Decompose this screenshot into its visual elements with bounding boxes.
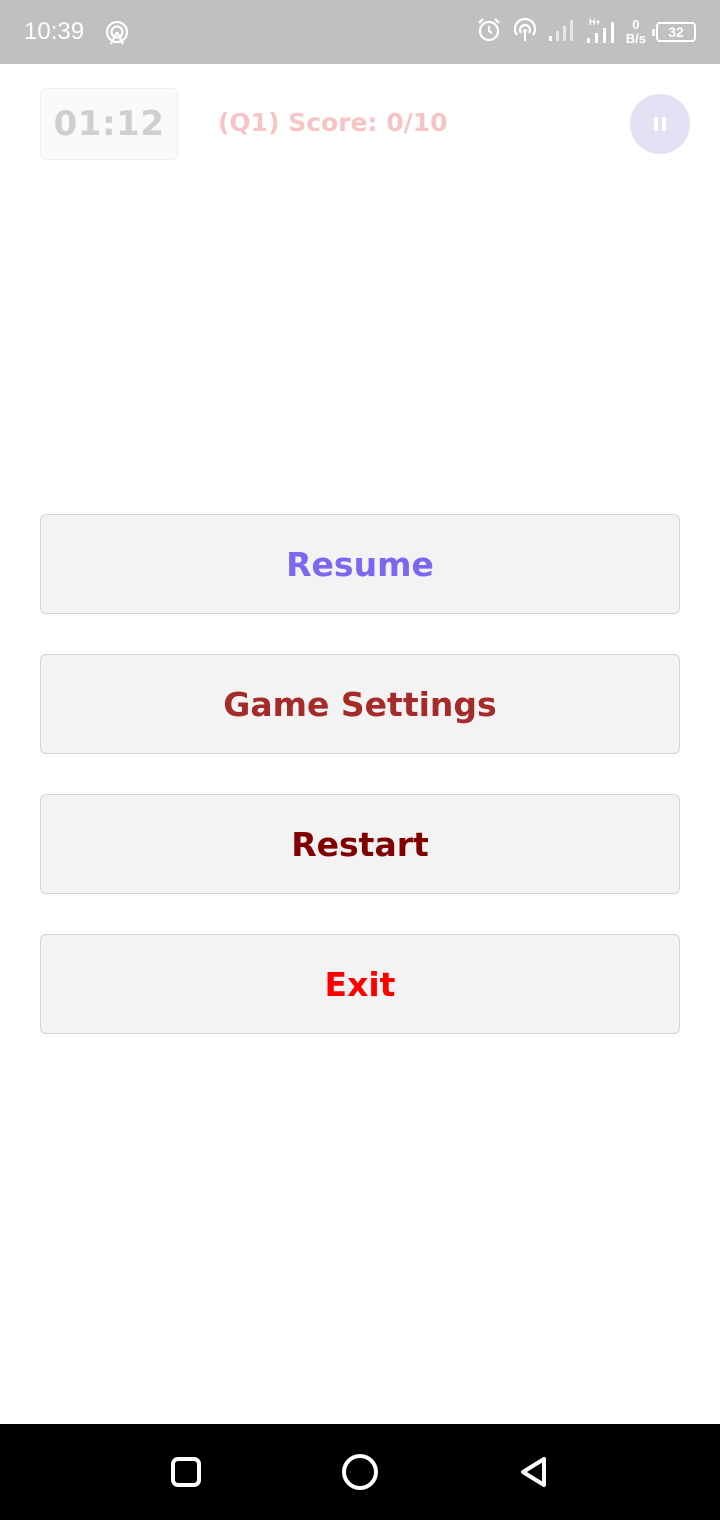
score-label: (Q1) Score: 0/10 [218,108,448,137]
alarm-icon [476,17,502,47]
speed-value: 0 [632,17,640,32]
pause-button[interactable] [630,94,690,154]
game-settings-label: Game Settings [223,684,497,724]
battery-level: 32 [668,24,684,40]
battery-icon: 32 [652,22,696,42]
status-icons: H+ 0 B/s 32 [476,14,696,50]
pause-icon [654,117,666,131]
resume-label: Resume [286,544,434,584]
hotspot-icon [512,17,538,47]
hotspot-icon [104,20,130,46]
exit-label: Exit [324,964,396,1004]
home-icon[interactable] [342,1454,378,1490]
recents-icon[interactable] [171,1457,201,1487]
status-bar: 10:39 H+ 0 B/s 32 [0,0,720,64]
signal-icon [548,18,576,46]
restart-button[interactable]: Restart [40,794,680,894]
signal-hplus-icon: H+ [586,16,616,48]
speed-unit: B/s [625,31,646,46]
game-settings-button[interactable]: Game Settings [40,654,680,754]
resume-button[interactable]: Resume [40,514,680,614]
restart-label: Restart [291,824,429,864]
svg-text:H+: H+ [589,17,601,27]
navigation-bar [0,1424,720,1520]
timer: 01:12 [40,88,178,160]
status-time: 10:39 [24,18,85,45]
back-icon[interactable] [516,1454,552,1490]
timer-text: 01:12 [53,104,165,144]
network-speed: 0 B/s [626,18,646,46]
exit-button[interactable]: Exit [40,934,680,1034]
